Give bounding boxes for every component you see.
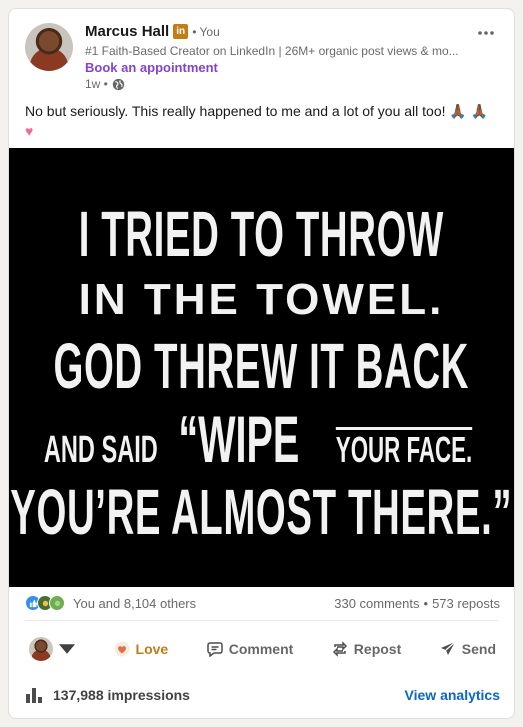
- linkedin-premium-icon: in: [173, 24, 189, 39]
- repost-label: Repost: [353, 641, 402, 657]
- author-name[interactable]: Marcus Hall: [85, 23, 169, 40]
- repost-button[interactable]: Repost: [324, 637, 409, 661]
- quote-line-5: YOU’RE ALMOST THERE.”: [10, 475, 513, 548]
- send-label: Send: [461, 641, 496, 657]
- repost-icon: [332, 641, 347, 657]
- quote-line-2: IN THE TOWEL.: [78, 274, 445, 324]
- post-time: 1w •: [85, 77, 108, 91]
- send-button[interactable]: Send: [432, 637, 504, 661]
- impressions[interactable]: 137,988 impressions: [25, 686, 190, 704]
- ellipsis-icon: [478, 31, 494, 35]
- actor-avatar: [29, 637, 53, 661]
- quote-line-4: AND SAID “WIPE YOUR FACE.: [9, 406, 514, 472]
- send-icon: [440, 641, 456, 655]
- social-counts: You and 8,104 others 330 comments • 573 …: [25, 595, 500, 611]
- view-analytics-link[interactable]: View analytics: [405, 687, 500, 703]
- divider: [25, 620, 498, 621]
- reposts-count[interactable]: 573 reposts: [432, 596, 500, 611]
- engagement-counts: 330 comments • 573 reposts: [334, 596, 500, 611]
- counts-separator: •: [423, 595, 429, 611]
- quote-line-4c: YOUR FACE.: [335, 426, 473, 470]
- impressions-text: 137,988 impressions: [53, 687, 190, 703]
- comment-icon: [206, 642, 223, 657]
- quote-line-4b: “WIPE: [178, 401, 300, 476]
- author-headline: #1 Faith-Based Creator on LinkedIn | 26M…: [85, 44, 459, 58]
- post-as-selector[interactable]: [21, 633, 83, 665]
- feed-post-card: Marcus Hall in • You #1 Faith-Based Crea…: [8, 8, 515, 719]
- post-text-body: No but seriously. This really happened t…: [25, 103, 450, 119]
- globe-icon: [112, 78, 125, 90]
- reactions-summary[interactable]: You and 8,104 others: [25, 595, 196, 611]
- post-text: No but seriously. This really happened t…: [25, 101, 503, 141]
- reaction-icons: [25, 595, 65, 611]
- post-header: Marcus Hall in • You #1 Faith-Based Crea…: [9, 9, 514, 97]
- pray-emoji: 🙏🏾 🙏🏾: [449, 103, 489, 119]
- relation-label: • You: [192, 24, 220, 39]
- comment-button[interactable]: Comment: [199, 637, 302, 661]
- love-icon: [114, 641, 130, 657]
- book-appointment-link[interactable]: Book an appointment: [85, 60, 218, 75]
- quote-line-3: GOD THREW IT BACK: [53, 329, 470, 402]
- post-footer: 137,988 impressions View analytics: [25, 686, 500, 704]
- post-meta: 1w •: [85, 77, 125, 91]
- quote-line-4a: AND SAID: [43, 428, 158, 471]
- comment-label: Comment: [228, 641, 294, 657]
- reactions-text: You and 8,104 others: [73, 595, 197, 611]
- heart-emoji: ♥: [25, 123, 34, 139]
- love-label: Love: [135, 641, 169, 657]
- quote-line-1: I TRIED TO THROW: [78, 197, 445, 270]
- love-button[interactable]: Love: [106, 637, 177, 661]
- comments-count[interactable]: 330 comments: [334, 596, 419, 611]
- post-image[interactable]: I TRIED TO THROW IN THE TOWEL. GOD THREW…: [9, 148, 514, 587]
- author-line: Marcus Hall in • You: [85, 23, 220, 40]
- more-options-button[interactable]: [472, 19, 500, 47]
- bar-chart-icon: [26, 688, 42, 703]
- post-actions: Love Comment Repost Send: [21, 633, 504, 665]
- caret-down-icon: [59, 644, 75, 654]
- author-avatar[interactable]: [25, 23, 73, 71]
- support-reaction-icon: [49, 595, 65, 611]
